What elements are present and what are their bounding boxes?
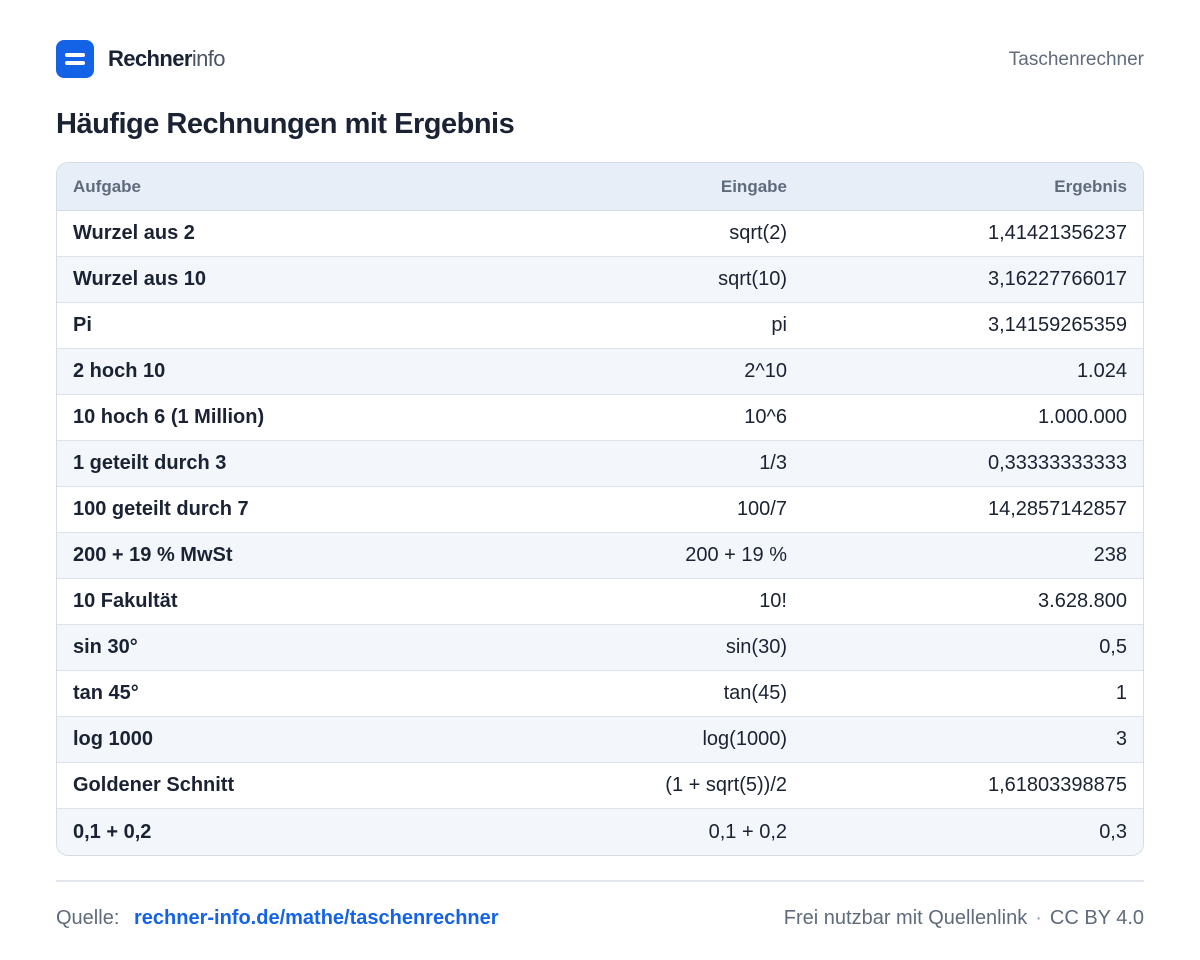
cell-eingabe: log(1000): [702, 728, 787, 750]
cell-ergebnis: 3: [1115, 728, 1127, 750]
cell-eingabe: 1/3: [759, 452, 787, 474]
cell-ergebnis: 0,3: [1099, 820, 1127, 843]
logo-bar-top: [65, 53, 85, 57]
cell-aufgabe: Wurzel aus 10: [73, 268, 207, 290]
cell-eingabe: sqrt(2): [729, 222, 787, 244]
cell-ergebnis: 238: [1093, 544, 1127, 566]
cell-eingabe: 10^6: [744, 406, 787, 428]
cell-ergebnis: 0,33333333333: [987, 452, 1127, 474]
cell-aufgabe: 200 + 19 % MwSt: [73, 544, 233, 566]
calculations-table: Aufgabe Eingabe Ergebnis Wurzel aus 2 sqr…: [56, 162, 1144, 856]
page-title: Häufige Rechnungen mit Ergebnis: [56, 108, 515, 140]
cell-eingabe: sin(30): [725, 636, 787, 658]
cell-ergebnis: 1: [1115, 682, 1127, 704]
license-separator: ·: [1035, 907, 1042, 929]
cell-eingabe: pi: [771, 314, 787, 336]
table-row: Pi pi 3,14159265359: [57, 303, 1143, 349]
cell-eingabe: 100/7: [736, 498, 787, 520]
table-row: tan 45° tan(45) 1: [57, 671, 1143, 717]
cell-eingabe: tan(45): [723, 682, 787, 704]
column-header-eingabe: Eingabe: [720, 176, 787, 196]
cell-ergebnis: 3,14159265359: [987, 314, 1127, 336]
cell-ergebnis: 1,61803398875: [987, 774, 1127, 796]
table-header-row: Aufgabe Eingabe Ergebnis: [57, 163, 1143, 211]
nav-link-taschenrechner[interactable]: Taschenrechner: [1009, 49, 1144, 71]
license-info: Frei nutzbar mit Quellenlink · CC BY 4.0: [784, 907, 1144, 930]
table-row: 0,1 + 0,2 0,1 + 0,2 0,3: [57, 809, 1143, 855]
table-row: sin 30° sin(30) 0,5: [57, 625, 1143, 671]
cell-eingabe: 10!: [759, 590, 787, 612]
cell-aufgabe: Goldener Schnitt: [73, 774, 235, 796]
table-row: 2 hoch 10 2^10 1.024: [57, 349, 1143, 395]
cell-aufgabe: tan 45°: [73, 682, 139, 704]
cell-aufgabe: 100 geteilt durch 7: [73, 498, 249, 520]
table-row: 10 Fakultät 10! 3.628.800: [57, 579, 1143, 625]
cell-aufgabe: 2 hoch 10: [73, 360, 166, 382]
cell-ergebnis: 1.000.000: [1038, 406, 1127, 428]
column-header-aufgabe: Aufgabe: [73, 176, 141, 196]
table-row: Goldener Schnitt (1 + sqrt(5))/2 1,6180339…: [57, 763, 1143, 809]
site-header: Rechnerinfo Taschenrechner: [56, 40, 1144, 78]
table-row: 100 geteilt durch 7 100/7 14,2857142857: [57, 487, 1143, 533]
cell-aufgabe: log 1000: [73, 728, 154, 750]
license-text: Frei nutzbar mit Quellenlink: [783, 907, 1028, 929]
table-row: 200 + 19 % MwSt 200 + 19 % 238: [57, 533, 1143, 579]
cell-ergebnis: 1.024: [1076, 360, 1127, 382]
table-row: 10 hoch 6 (1 Million) 10^6 1.000.000: [57, 395, 1143, 441]
cell-aufgabe: 1 geteilt durch 3: [73, 452, 227, 474]
logo-bar-bottom: [65, 61, 85, 65]
cell-ergebnis: 0,5: [1099, 636, 1127, 658]
table-row: log 1000 log(1000) 3: [57, 717, 1143, 763]
license-name: CC BY 4.0: [1049, 907, 1144, 929]
cell-eingabe: 200 + 19 %: [685, 544, 787, 566]
cell-eingabe: 0,1 + 0,2: [708, 820, 787, 843]
cell-eingabe: (1 + sqrt(5))/2: [665, 774, 787, 796]
brand-name-strong: Rechner: [108, 46, 192, 71]
cell-aufgabe: 0,1 + 0,2: [73, 820, 152, 843]
cell-aufgabe: Wurzel aus 2: [73, 222, 195, 244]
cell-aufgabe: 10 Fakultät: [73, 590, 178, 612]
column-header-ergebnis: Ergebnis: [1054, 176, 1127, 196]
footer-divider: [56, 880, 1144, 882]
source-link[interactable]: rechner-info.de/mathe/taschenrechner: [134, 907, 499, 930]
brand-wordmark[interactable]: Rechnerinfo: [108, 46, 226, 72]
source-label: Quelle:: [56, 907, 120, 929]
table-row: 1 geteilt durch 3 1/3 0,33333333333: [57, 441, 1143, 487]
cell-aufgabe: Pi: [73, 314, 92, 336]
logo-icon[interactable]: [56, 40, 94, 78]
cell-ergebnis: 3,16227766017: [987, 268, 1127, 290]
cell-aufgabe: 10 hoch 6 (1 Million): [73, 406, 265, 428]
cell-aufgabe: sin 30°: [73, 636, 138, 658]
table-body: Wurzel aus 2 sqrt(2) 1,41421356237 Wurzel a…: [57, 211, 1143, 855]
table-row: Wurzel aus 2 sqrt(2) 1,41421356237: [57, 211, 1143, 257]
cell-eingabe: 2^10: [744, 360, 787, 382]
footer: Quelle: rechner-info.de/mathe/taschenrec…: [56, 904, 1144, 932]
cell-eingabe: sqrt(10): [718, 268, 787, 290]
cell-ergebnis: 1,41421356237: [987, 222, 1127, 244]
brand-name-light: info: [191, 46, 226, 71]
cell-ergebnis: 14,2857142857: [987, 498, 1127, 520]
cell-ergebnis: 3.628.800: [1038, 590, 1127, 612]
table-row: Wurzel aus 10 sqrt(10) 3,16227766017: [57, 257, 1143, 303]
